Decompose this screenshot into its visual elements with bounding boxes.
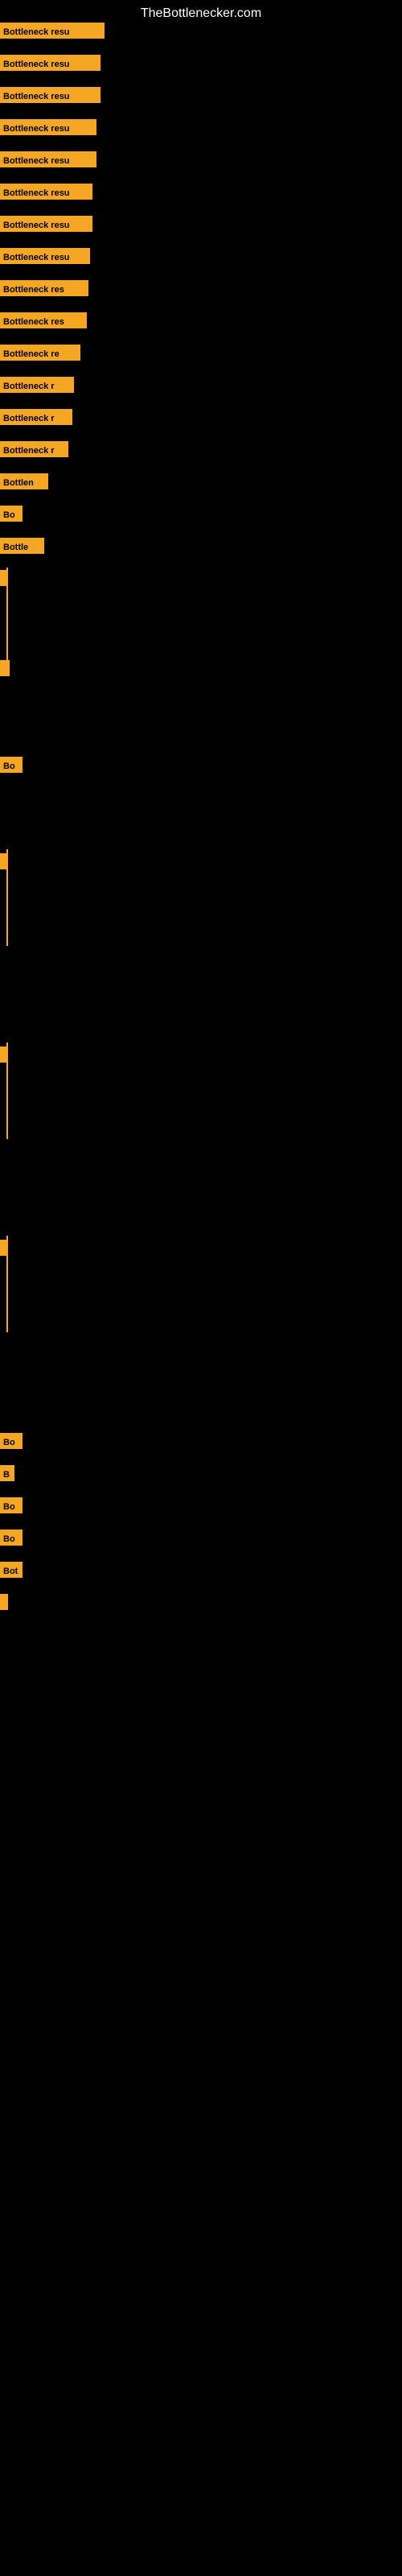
bar-label: Bottleneck resu xyxy=(0,151,96,167)
bar-label: Bottleneck r xyxy=(0,441,68,457)
bar-item xyxy=(0,1594,12,1610)
bar-item: Bottleneck resu xyxy=(0,55,105,71)
bar-label: Bottleneck resu xyxy=(0,55,100,71)
bar-label: B xyxy=(0,1465,14,1481)
bar-label: Bo xyxy=(0,1497,23,1513)
bar-label: Bo xyxy=(0,1530,23,1546)
bar-item: Bottleneck resu xyxy=(0,87,105,103)
bar-item xyxy=(0,853,10,869)
bar-item: Bottle xyxy=(0,538,48,554)
bar-item: Bottleneck r xyxy=(0,409,76,425)
bar-item: Bo xyxy=(0,1530,27,1546)
bar-item: Bottleneck r xyxy=(0,377,78,393)
bar-item xyxy=(0,1046,10,1063)
bar-item xyxy=(0,1240,10,1256)
bar-item: Bottleneck resu xyxy=(0,119,100,135)
bar-item: Bottleneck resu xyxy=(0,248,94,264)
bar-item: Bottleneck resu xyxy=(0,216,96,232)
bar-item: Bot xyxy=(0,1562,27,1578)
bar-label: Bottleneck r xyxy=(0,409,72,425)
bar-label: Bottleneck res xyxy=(0,280,88,296)
site-title: TheBottlenecker.com xyxy=(0,0,402,24)
bar-item: Bo xyxy=(0,757,27,773)
bar-label: Bottleneck resu xyxy=(0,184,92,200)
bar-item: Bo xyxy=(0,506,27,522)
vertical-line xyxy=(6,1042,8,1139)
bar-label: Bottleneck resu xyxy=(0,216,92,232)
bar-label: Bottleneck res xyxy=(0,312,87,328)
bar-label: Bo xyxy=(0,757,23,773)
bar-item: Bottleneck re xyxy=(0,345,84,361)
bar-item: Bo xyxy=(0,1433,27,1449)
bar-label: Bo xyxy=(0,506,23,522)
bar-label: Bo xyxy=(0,1433,23,1449)
bar-item: B xyxy=(0,1465,18,1481)
bar-item: Bottleneck resu xyxy=(0,23,109,39)
bar-item: Bottleneck resu xyxy=(0,151,100,167)
bar-item: Bottleneck res xyxy=(0,312,91,328)
bar-item: Bottleneck r xyxy=(0,441,72,457)
bar-item: Bo xyxy=(0,1497,27,1513)
bar-label: Bottleneck re xyxy=(0,345,80,361)
vertical-line xyxy=(6,849,8,946)
bar-item: Bottlen xyxy=(0,473,52,489)
bar-label: Bottlen xyxy=(0,473,48,489)
bar-label: Bottleneck resu xyxy=(0,119,96,135)
bar-label: Bottleneck resu xyxy=(0,248,90,264)
bar-label: Bottleneck resu xyxy=(0,23,105,39)
bar-label: Bottle xyxy=(0,538,44,554)
bar-item: Bottleneck res xyxy=(0,280,92,296)
bar-label: Bottleneck r xyxy=(0,377,74,393)
bar-label: Bottleneck resu xyxy=(0,87,100,103)
bar-label: Bot xyxy=(0,1562,23,1578)
bar-item: Bottleneck resu xyxy=(0,184,96,200)
vertical-line xyxy=(6,568,8,664)
vertical-line xyxy=(6,1236,8,1332)
